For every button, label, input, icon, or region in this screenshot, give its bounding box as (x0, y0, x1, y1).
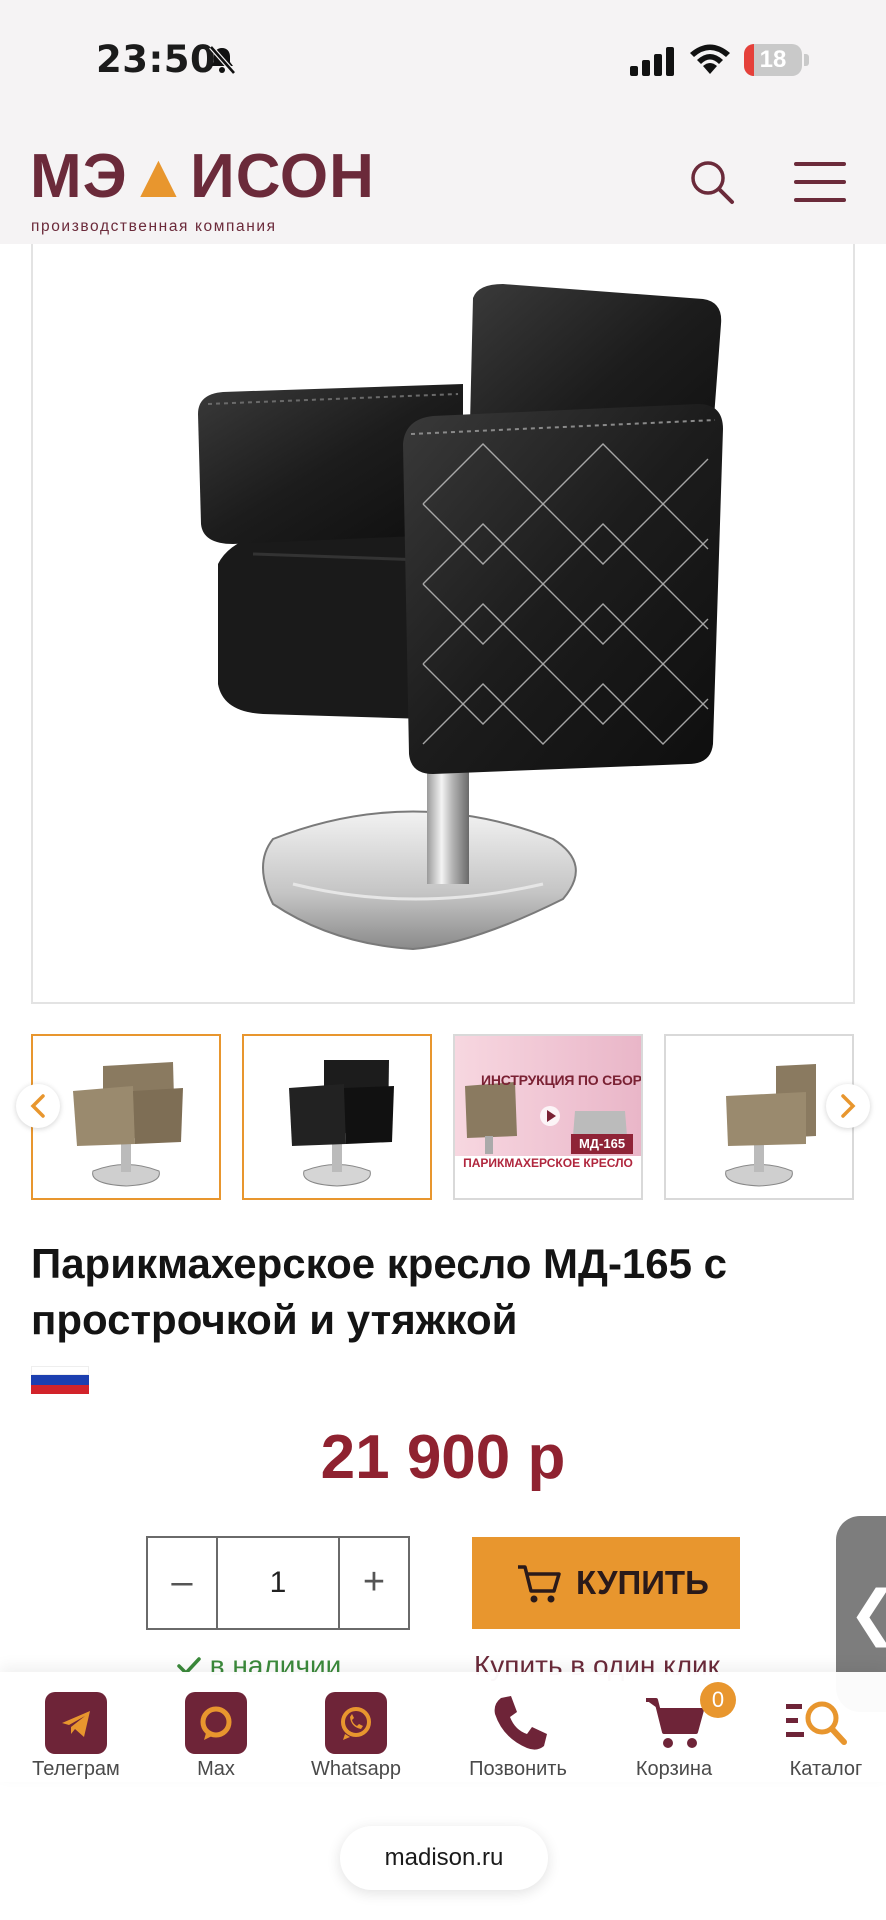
nav-call-label: Позвонить (469, 1758, 567, 1780)
buy-button[interactable]: КУПИТЬ (472, 1537, 740, 1629)
nav-max-label: Max (197, 1758, 235, 1780)
nav-whatsapp-label: Whatsapp (310, 1758, 402, 1780)
thumbnail-2[interactable] (242, 1034, 432, 1200)
bell-off-icon (209, 45, 236, 75)
thumbnail-strip: ИНСТРУКЦИЯ ПО СБОРКЕ МД-165 ПАРИКМАХЕРСК… (0, 1034, 886, 1200)
battery-indicator: 18 (744, 44, 809, 76)
status-time: 23:50 (96, 38, 217, 81)
thumbnail-chair-beige-side (725, 1064, 816, 1187)
nav-call[interactable]: Позвонить (455, 1672, 581, 1782)
chevron-right-icon (841, 1094, 856, 1118)
promo-caption: ПАРИКМАХЕРСКОЕ КРЕСЛО (463, 1156, 633, 1170)
quantity-decrease-button[interactable]: – (148, 1538, 218, 1628)
product-title: Парикмахерское кресло МД-165 с прострочк… (31, 1240, 728, 1343)
nav-telegram-label: Телеграм (32, 1758, 120, 1780)
nav-telegram[interactable]: Телеграм (20, 1672, 132, 1782)
quantity-stepper: – 1 + (146, 1536, 410, 1630)
chevron-left-icon: ❮ (848, 1578, 886, 1648)
logo-wordmark: МЭ▲ИСОН (30, 142, 375, 211)
telegram-icon (45, 1692, 107, 1754)
buy-button-label: КУПИТЬ (576, 1564, 709, 1601)
thumbnail-prev-button[interactable] (16, 1084, 60, 1128)
whatsapp-icon (325, 1692, 387, 1754)
logo[interactable]: МЭ▲ИСОН производственная компания (30, 144, 374, 236)
thumbnail-1[interactable] (31, 1034, 221, 1200)
nav-catalog-label: Каталог (789, 1758, 863, 1780)
russia-flag-icon (31, 1366, 89, 1394)
site-header: МЭ▲ИСОН производственная компания (0, 118, 886, 244)
logo-tagline: производственная компания (31, 218, 277, 235)
nav-cart-label: Корзина (635, 1758, 713, 1780)
thumbnail-next-button[interactable] (826, 1084, 870, 1128)
search-icon[interactable] (688, 158, 736, 206)
bottom-navigation: Телеграм Max Whatsapp Позвонить Корзина … (0, 1672, 886, 1782)
quantity-input[interactable]: 1 (218, 1538, 338, 1628)
nav-max[interactable]: Max (160, 1672, 272, 1782)
battery-level: 18 (759, 46, 787, 73)
status-bar: 23:50 18 (0, 0, 886, 118)
thumbnail-3-assembly-video[interactable]: ИНСТРУКЦИЯ ПО СБОРКЕ МД-165 ПАРИКМАХЕРСК… (453, 1034, 643, 1200)
promo-title: ИНСТРУКЦИЯ ПО СБОРКЕ (481, 1072, 643, 1088)
promo-model-badge: МД-165 (571, 1134, 633, 1154)
product-main-image[interactable] (31, 244, 855, 1004)
phone-icon (494, 1696, 547, 1750)
thumbnail-chair-beige (73, 1062, 183, 1187)
thumbnail-chair-black (289, 1060, 394, 1187)
catalog-search-icon (786, 1701, 847, 1745)
product-price: 21 900 р (320, 1423, 566, 1492)
nav-catalog[interactable]: Каталог (770, 1672, 882, 1782)
cart-count-badge: 0 (700, 1682, 736, 1718)
cart-icon (646, 1698, 704, 1748)
browser-url-bar[interactable]: madison.ru (340, 1826, 548, 1890)
nav-whatsapp[interactable]: Whatsapp (300, 1672, 412, 1782)
thumbnail-4[interactable] (664, 1034, 854, 1200)
quantity-increase-button[interactable]: + (338, 1538, 408, 1628)
chair-image (198, 284, 723, 951)
chevron-left-icon (30, 1094, 45, 1118)
signal-icon (630, 47, 674, 76)
cart-icon (518, 1565, 561, 1603)
max-chat-icon (185, 1692, 247, 1754)
wifi-icon (690, 44, 730, 74)
hamburger-menu-button[interactable] (794, 162, 846, 202)
